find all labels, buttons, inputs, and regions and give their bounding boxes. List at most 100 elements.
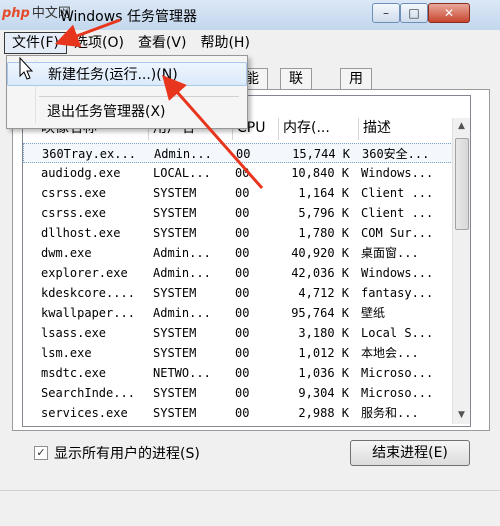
- process-cpu: 00: [235, 406, 250, 420]
- column-memory[interactable]: 内存(...: [279, 118, 359, 140]
- menu-exit[interactable]: 退出任务管理器(X): [7, 100, 247, 124]
- maximize-icon: □: [408, 6, 420, 20]
- process-memory: 5,796 K: [298, 206, 349, 220]
- process-description: Windows...: [361, 166, 434, 180]
- process-cpu: 00: [235, 266, 250, 280]
- process-cpu: 00: [235, 226, 250, 240]
- process-user: Admin...: [154, 147, 212, 161]
- close-button[interactable]: ✕: [428, 3, 470, 23]
- table-row[interactable]: dllhost.exe SYSTEM 00 1,780 K COM Sur...: [23, 223, 453, 243]
- process-memory: 2,988 K: [298, 406, 349, 420]
- table-row[interactable]: csrss.exe SYSTEM 00 1,164 K Client ...: [23, 183, 453, 203]
- table-row[interactable]: lsass.exe SYSTEM 00 3,180 K Local S...: [23, 323, 453, 343]
- process-name: lsass.exe: [41, 326, 107, 340]
- minimize-icon: –: [383, 6, 389, 20]
- menu-help[interactable]: 帮助(H): [193, 33, 256, 53]
- process-description: 服务和...: [361, 406, 419, 420]
- process-memory: 40,920 K: [291, 246, 349, 260]
- process-name: csrss.exe: [41, 186, 107, 200]
- table-row[interactable]: kdeskcore.... SYSTEM 00 4,712 K fantasy...: [23, 283, 453, 303]
- show-all-users-checkbox[interactable]: ✓: [34, 446, 48, 460]
- table-row[interactable]: SGPicFaceT...Admin...002,616 K 搜狗输...: [23, 423, 453, 426]
- process-cpu: 00: [235, 423, 265, 426]
- process-memory: 1,036 K: [298, 366, 349, 380]
- process-memory: 1,780 K: [298, 226, 349, 240]
- end-process-button[interactable]: 结束进程(E): [350, 440, 470, 466]
- process-user: Admin...: [153, 266, 211, 280]
- menu-bar: 文件(F) 选项(O) 查看(V) 帮助(H): [0, 32, 500, 54]
- menu-new-task[interactable]: 新建任务(运行...)(N): [7, 62, 247, 86]
- process-description: 搜狗输...: [361, 423, 451, 426]
- process-cpu: 00: [235, 346, 250, 360]
- process-cpu: 00: [235, 246, 250, 260]
- process-cpu: 00: [235, 366, 250, 380]
- table-row[interactable]: services.exe SYSTEM 00 2,988 K 服务和...: [23, 403, 453, 423]
- process-name: audiodg.exe: [41, 166, 121, 180]
- scroll-up-icon[interactable]: ▲: [453, 118, 470, 135]
- table-row[interactable]: msdtc.exe NETWO... 00 1,036 K Microso...: [23, 363, 453, 383]
- vertical-scrollbar[interactable]: ▲ ▼: [452, 118, 470, 424]
- table-row[interactable]: audiodg.exe LOCAL... 00 10,840 K Windows...: [23, 163, 453, 183]
- show-all-users-label: 显示所有用户的进程(S): [54, 446, 200, 462]
- process-description: COM Sur...: [361, 226, 434, 240]
- menu-file[interactable]: 文件(F): [4, 32, 67, 54]
- status-bar: [0, 490, 500, 526]
- process-cpu: 00: [235, 306, 250, 320]
- table-row[interactable]: dwm.exe Admin... 00 40,920 K 桌面窗...: [23, 243, 453, 263]
- process-name: explorer.exe: [41, 266, 128, 280]
- process-cpu: 00: [235, 286, 250, 300]
- process-name: 360Tray.ex...: [42, 147, 136, 161]
- process-name: SearchInde...: [41, 386, 135, 400]
- tab-networking[interactable]: 联网: [280, 68, 312, 107]
- scroll-down-icon[interactable]: ▼: [453, 407, 470, 424]
- process-user: SYSTEM: [153, 206, 197, 220]
- process-memory: 2,616 K: [267, 423, 349, 426]
- process-user: SYSTEM: [153, 226, 197, 240]
- table-row[interactable]: csrss.exe SYSTEM 00 5,796 K Client ...: [23, 203, 453, 223]
- maximize-button[interactable]: □: [400, 3, 428, 23]
- watermark-brand: php: [2, 6, 30, 21]
- process-description: 360安全...: [362, 147, 430, 161]
- process-description: Microso...: [361, 386, 434, 400]
- process-name: lsm.exe: [41, 346, 92, 360]
- window-title: Windows 任务管理器: [60, 9, 197, 25]
- task-manager-window: php 中文网 Windows 任务管理器 – □ ✕ 文件(F) 选项(O) 查…: [0, 0, 500, 526]
- process-user: SYSTEM: [153, 346, 197, 360]
- process-description: Microso...: [361, 366, 434, 380]
- process-cpu: 00: [235, 206, 250, 220]
- process-memory: 10,840 K: [291, 166, 349, 180]
- table-row[interactable]: 360Tray.ex... Admin... 00 15,744 K 360安全...: [23, 143, 453, 163]
- show-all-users-option[interactable]: ✓ 显示所有用户的进程(S): [34, 443, 200, 463]
- title-bar: php 中文网 Windows 任务管理器 – □ ✕: [0, 0, 500, 30]
- process-user: Admin...: [153, 306, 211, 320]
- process-name: SGPicFaceT...: [41, 423, 151, 426]
- column-description[interactable]: 描述: [359, 118, 453, 140]
- process-name: kdeskcore....: [41, 286, 135, 300]
- table-row[interactable]: explorer.exe Admin... 00 42,036 K Windows...: [23, 263, 453, 283]
- process-user: SYSTEM: [153, 286, 197, 300]
- menu-options[interactable]: 选项(O): [67, 33, 131, 53]
- tab-users[interactable]: 用户: [340, 68, 372, 107]
- process-user: LOCAL...: [153, 166, 211, 180]
- menu-separator: [39, 96, 239, 97]
- process-memory: 42,036 K: [291, 266, 349, 280]
- scroll-thumb[interactable]: [455, 138, 469, 230]
- process-description: fantasy...: [361, 286, 434, 300]
- process-memory: 95,764 K: [291, 306, 349, 320]
- process-memory: 1,012 K: [298, 346, 349, 360]
- minimize-button[interactable]: –: [372, 3, 400, 23]
- process-name: services.exe: [41, 406, 128, 420]
- process-description: Client ...: [361, 186, 434, 200]
- process-description: 壁纸: [361, 306, 386, 320]
- process-table: 映像名称 用户名 CPU 内存(... 描述 360Tray.ex...Admi…: [22, 95, 471, 427]
- process-description: 本地会...: [361, 346, 419, 360]
- table-row[interactable]: kwallpaper... Admin... 00 95,764 K 壁纸: [23, 303, 453, 323]
- process-name: kwallpaper...: [41, 306, 135, 320]
- process-user: Admin...: [153, 423, 233, 426]
- table-row[interactable]: lsm.exe SYSTEM 00 1,012 K 本地会...: [23, 343, 453, 363]
- process-description: Client ...: [361, 206, 434, 220]
- process-name: dllhost.exe: [41, 226, 121, 240]
- process-name: csrss.exe: [41, 206, 107, 220]
- table-row[interactable]: SearchInde... SYSTEM 00 9,304 K Microso...: [23, 383, 453, 403]
- menu-view[interactable]: 查看(V): [131, 33, 194, 53]
